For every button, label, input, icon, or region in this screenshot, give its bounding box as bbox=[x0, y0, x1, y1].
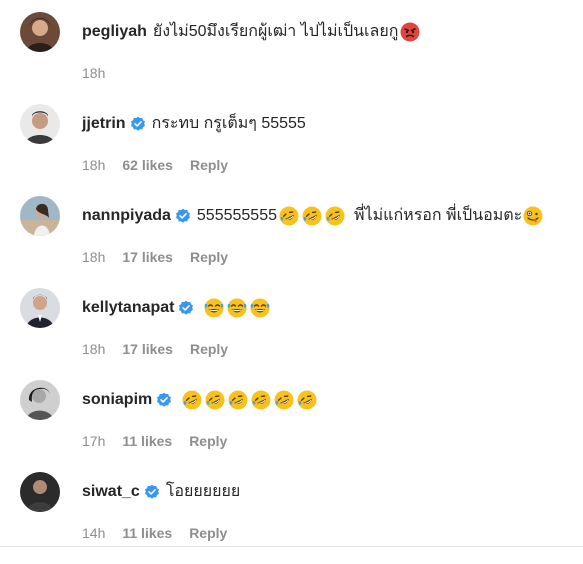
reply-button[interactable]: Reply bbox=[190, 249, 228, 265]
rofl-icon bbox=[182, 390, 202, 410]
comment-text: พี่ไม่แก่หรอก พี่เป็นอมตะ bbox=[354, 207, 523, 224]
comment-time: 18h bbox=[82, 249, 106, 265]
rofl-icon bbox=[279, 206, 299, 226]
username[interactable]: kellytanapat bbox=[82, 297, 174, 319]
comment-feed: pegliyah ยังไม่50มึงเรียกผู้เฒ่า ไปไม่เป… bbox=[0, 0, 583, 549]
comment-text: กระทบ กรูเต็มๆ 55555 bbox=[151, 115, 306, 132]
grin-sweat-icon bbox=[227, 298, 247, 318]
rofl-icon bbox=[274, 390, 294, 410]
verified-badge-icon bbox=[156, 392, 172, 408]
verified-badge-icon bbox=[175, 208, 191, 224]
avatar[interactable] bbox=[20, 104, 60, 144]
rofl-icon bbox=[297, 390, 317, 410]
username[interactable]: nannpiyada bbox=[82, 205, 171, 227]
verified-badge-icon bbox=[144, 484, 160, 500]
likes-count[interactable]: 17 likes bbox=[122, 249, 173, 265]
verified-badge-icon bbox=[130, 116, 146, 132]
comment-item: nannpiyada 555555555 พี่ไม่แก่หรอก พี่เป… bbox=[0, 196, 583, 288]
reply-button[interactable]: Reply bbox=[189, 433, 227, 449]
username[interactable]: siwat_c bbox=[82, 481, 140, 503]
likes-count[interactable]: 11 likes bbox=[122, 433, 172, 449]
comment-item: soniapim 17h 11 likes Reply bbox=[0, 380, 583, 472]
comment-text: 555555555 bbox=[196, 207, 277, 224]
comment-time: 17h bbox=[82, 433, 106, 449]
comment-item: siwat_c โอยยยยยย 14h 11 likes Reply bbox=[0, 472, 583, 564]
rofl-icon bbox=[302, 206, 322, 226]
reply-button[interactable]: Reply bbox=[190, 341, 228, 357]
username[interactable]: soniapim bbox=[82, 389, 152, 411]
rofl-icon bbox=[228, 390, 248, 410]
angry-face-icon bbox=[400, 22, 420, 42]
rofl-icon bbox=[205, 390, 225, 410]
comment-item: kellytanapat 18h 17 likes Reply bbox=[0, 288, 583, 380]
comment-time: 18h bbox=[82, 341, 106, 357]
username[interactable]: pegliyah bbox=[82, 21, 147, 43]
comment-item: jjetrin กระทบ กรูเต็มๆ 55555 18h 62 likes… bbox=[0, 104, 583, 196]
avatar[interactable] bbox=[20, 196, 60, 236]
likes-count[interactable]: 62 likes bbox=[122, 157, 173, 173]
avatar[interactable] bbox=[20, 288, 60, 328]
avatar[interactable] bbox=[20, 472, 60, 512]
comment-time: 14h bbox=[82, 525, 106, 541]
rofl-icon bbox=[251, 390, 271, 410]
comment-time: 18h bbox=[82, 65, 106, 81]
grin-sweat-icon bbox=[204, 298, 224, 318]
comment-time: 18h bbox=[82, 157, 106, 173]
zany-face-icon bbox=[523, 206, 543, 226]
comment-item: pegliyah ยังไม่50มึงเรียกผู้เฒ่า ไปไม่เป… bbox=[0, 12, 583, 104]
reply-button[interactable]: Reply bbox=[189, 525, 227, 541]
reply-button[interactable]: Reply bbox=[190, 157, 228, 173]
likes-count[interactable]: 17 likes bbox=[122, 341, 173, 357]
avatar[interactable] bbox=[20, 380, 60, 420]
rofl-icon bbox=[325, 206, 345, 226]
grin-sweat-icon bbox=[250, 298, 270, 318]
comment-text: ยังไม่50มึงเรียกผู้เฒ่า ไปไม่เป็นเลยกู bbox=[152, 23, 399, 40]
comment-text: โอยยยยยย bbox=[165, 483, 241, 500]
likes-count[interactable]: 11 likes bbox=[122, 525, 172, 541]
divider bbox=[0, 546, 583, 547]
username[interactable]: jjetrin bbox=[82, 113, 126, 135]
verified-badge-icon bbox=[178, 300, 194, 316]
avatar[interactable] bbox=[20, 12, 60, 52]
